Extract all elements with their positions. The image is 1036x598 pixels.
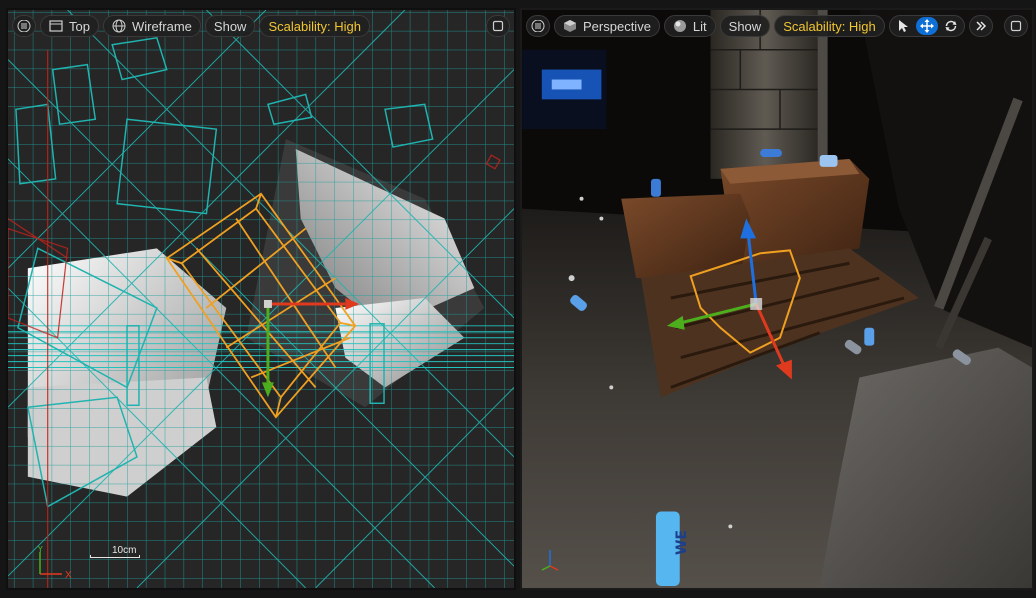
hamburger-icon <box>531 20 545 32</box>
scalability-label: Scalability: High <box>268 18 361 34</box>
view-mode-label: Perspective <box>583 18 651 34</box>
top-wireframe-viewport[interactable]: Top Wireframe Show Scalability: High X Y… <box>6 8 516 590</box>
left-viewport-toolbar: Top Wireframe Show Scalability: High <box>12 14 510 38</box>
hamburger-icon <box>17 20 31 32</box>
can-label: WE <box>674 529 690 555</box>
show-label: Show <box>213 18 247 34</box>
viewport-options-button[interactable] <box>12 15 36 37</box>
scalability-button[interactable]: Scalability: High <box>774 15 885 37</box>
view-mode-button[interactable]: Top <box>40 15 99 37</box>
scalability-label: Scalability: High <box>783 18 876 34</box>
cube-icon <box>564 20 576 32</box>
axis-indicator <box>541 550 559 571</box>
maximize-viewport-button[interactable] <box>486 15 510 37</box>
render-mode-button[interactable]: Lit <box>663 15 716 37</box>
maximize-icon <box>1010 20 1022 32</box>
right-viewport-toolbar: Perspective Lit Show Scalability: High <box>526 14 1028 38</box>
lit-sphere-icon <box>673 20 686 32</box>
maximize-icon <box>492 20 504 32</box>
wireframe-scene[interactable] <box>8 10 514 588</box>
toolbar-overflow-button[interactable] <box>968 15 993 37</box>
render-mode-label: Wireframe <box>131 18 192 34</box>
transform-tools <box>888 15 965 37</box>
move-arrows-icon <box>919 19 934 33</box>
axis-indicator: X Y <box>37 546 72 581</box>
view-mode-button[interactable]: Perspective <box>554 15 660 37</box>
axis-x-label: X <box>65 570 72 581</box>
lit-scene[interactable] <box>522 10 1032 588</box>
axis-y-label: Y <box>37 546 44 555</box>
show-label: Show <box>728 18 762 34</box>
maximize-viewport-button[interactable] <box>1004 15 1028 37</box>
wireframe-sphere-icon <box>112 19 126 33</box>
show-flags-button[interactable]: Show <box>719 15 771 37</box>
cursor-icon <box>898 20 908 32</box>
render-mode-label: Lit <box>692 18 707 34</box>
translate-tool-button[interactable] <box>915 17 938 35</box>
rotate-tool-button[interactable] <box>940 17 962 35</box>
view-mode-label: Top <box>69 18 90 34</box>
select-tool-button[interactable] <box>892 17 914 35</box>
show-flags-button[interactable]: Show <box>204 15 256 37</box>
scale-label: 10cm <box>112 545 137 556</box>
rotate-icon <box>945 20 957 32</box>
perspective-lit-viewport[interactable]: WE Perspective Lit Show Scalability: Hig… <box>520 8 1034 590</box>
scalability-button[interactable]: Scalability: High <box>259 15 370 37</box>
viewport-options-button[interactable] <box>526 15 550 37</box>
chevron-double-right-icon <box>976 21 986 31</box>
render-mode-button[interactable]: Wireframe <box>102 15 201 37</box>
viewport-square-icon <box>49 20 63 32</box>
